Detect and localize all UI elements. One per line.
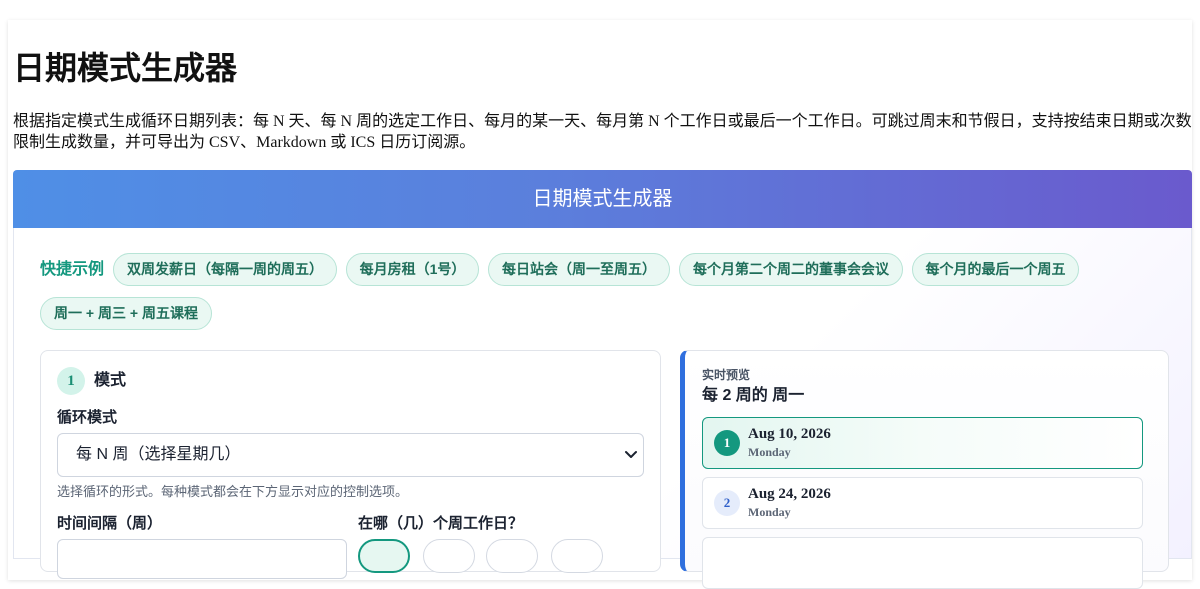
date-index-badge: 2 bbox=[714, 490, 740, 516]
preview-date-item[interactable]: 2 Aug 24, 2026 Monday bbox=[702, 477, 1143, 529]
quick-example-mwf-classes[interactable]: 周一 + 周三 + 周五课程 bbox=[40, 297, 212, 330]
live-preview-summary: 每 2 周的 周一 bbox=[702, 387, 805, 404]
quick-example-monthly-rent[interactable]: 每月房租（1号） bbox=[346, 253, 479, 286]
weekday-toggle[interactable] bbox=[358, 539, 410, 573]
date-weekday: Monday bbox=[748, 445, 791, 459]
page-title: 日期模式生成器 bbox=[13, 50, 238, 86]
preview-date-item[interactable]: 1 Aug 10, 2026 Monday bbox=[702, 417, 1143, 469]
quick-example-board-meeting[interactable]: 每个月第二个周二的董事会会议 bbox=[679, 253, 903, 286]
page-description: 根据指定模式生成循环日期列表：每 N 天、每 N 周的选定工作日、每月的某一天、… bbox=[13, 113, 1192, 151]
app-header: 日期模式生成器 bbox=[13, 170, 1192, 228]
repeat-mode-value: 每 N 周（选择星期几） bbox=[76, 446, 241, 463]
date-value: Aug 24, 2026 bbox=[748, 486, 831, 502]
date-index-badge: 1 bbox=[714, 430, 740, 456]
date-value: Aug 10, 2026 bbox=[748, 426, 831, 442]
step-number-badge: 1 bbox=[57, 367, 85, 395]
date-weekday: Monday bbox=[748, 505, 791, 519]
weekday-toggle[interactable] bbox=[486, 539, 538, 573]
interval-input[interactable] bbox=[57, 539, 347, 579]
preview-date-item[interactable] bbox=[702, 537, 1143, 589]
quick-example-daily-standup[interactable]: 每日站会（周一至周五） bbox=[488, 253, 670, 286]
quick-example-biweekly-payday[interactable]: 双周发薪日（每隔一周的周五） bbox=[113, 253, 337, 286]
repeat-mode-label: 循环模式 bbox=[57, 409, 118, 426]
repeat-mode-select[interactable]: 每 N 周（选择星期几） bbox=[57, 433, 644, 477]
weekday-toggle[interactable] bbox=[551, 539, 603, 573]
interval-label: 时间间隔（周） bbox=[57, 515, 163, 532]
mode-section-title: 模式 bbox=[94, 372, 127, 389]
repeat-mode-hint: 选择循环的形式。每种模式都会在下方显示对应的控制选项。 bbox=[57, 484, 409, 499]
quick-example-last-friday[interactable]: 每个月的最后一个周五 bbox=[912, 253, 1079, 286]
weekdays-label: 在哪（几）个周工作日？ bbox=[358, 515, 524, 532]
live-preview-label: 实时预览 bbox=[702, 368, 751, 382]
chevron-down-icon bbox=[625, 451, 637, 458]
weekday-toggle[interactable] bbox=[423, 539, 475, 573]
quick-examples-label: 快捷示例 bbox=[40, 261, 105, 278]
